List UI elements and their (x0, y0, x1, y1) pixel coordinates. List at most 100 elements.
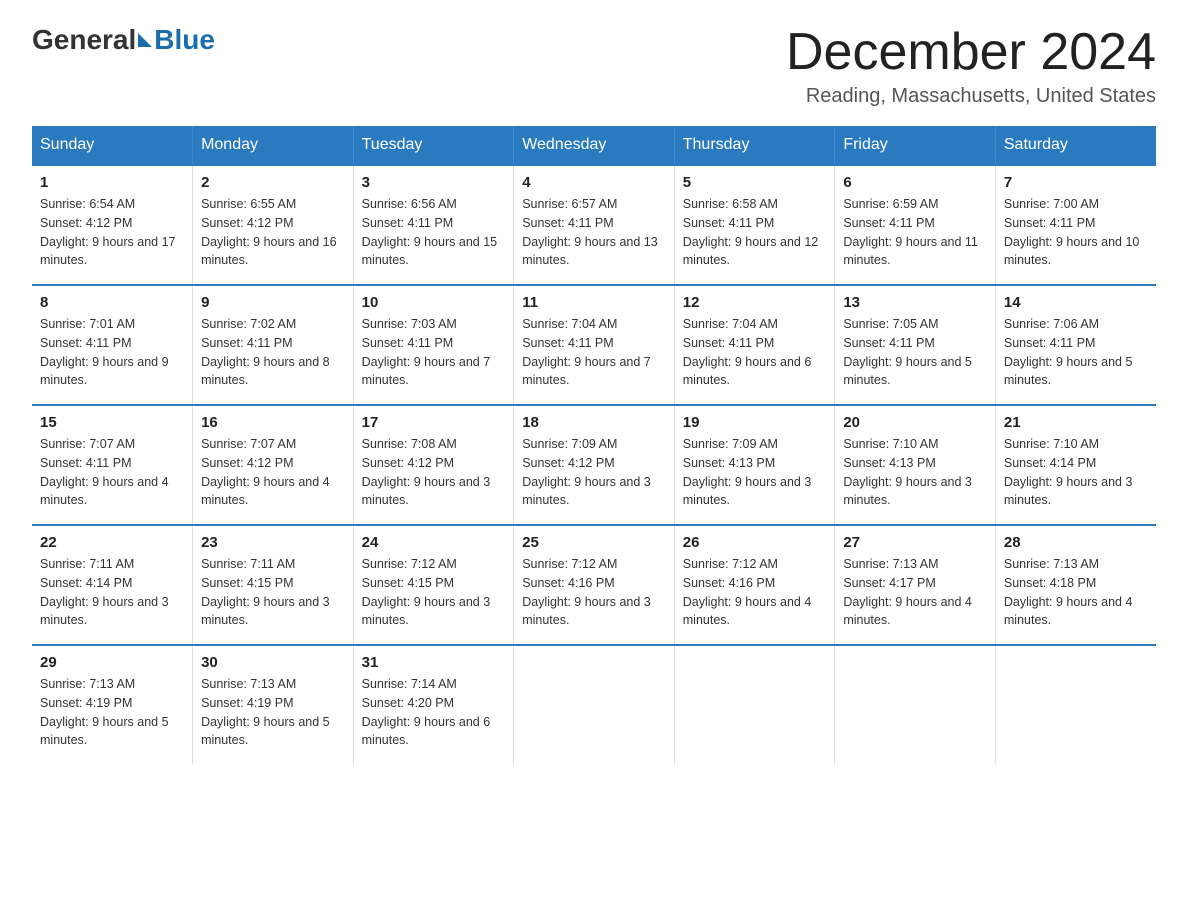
calendar-week-row: 8 Sunrise: 7:01 AM Sunset: 4:11 PM Dayli… (32, 285, 1156, 405)
day-number: 12 (683, 294, 827, 311)
day-number: 8 (40, 294, 184, 311)
calendar-week-row: 15 Sunrise: 7:07 AM Sunset: 4:11 PM Dayl… (32, 405, 1156, 525)
day-info: Sunrise: 7:10 AM Sunset: 4:13 PM Dayligh… (843, 435, 987, 510)
header-friday: Friday (835, 126, 996, 165)
table-row: 6 Sunrise: 6:59 AM Sunset: 4:11 PM Dayli… (835, 165, 996, 285)
header-saturday: Saturday (995, 126, 1156, 165)
day-info: Sunrise: 7:04 AM Sunset: 4:11 PM Dayligh… (683, 315, 827, 390)
day-number: 1 (40, 174, 184, 191)
day-info: Sunrise: 7:11 AM Sunset: 4:15 PM Dayligh… (201, 555, 345, 630)
day-number: 13 (843, 294, 987, 311)
logo: General Blue (32, 24, 215, 56)
day-number: 25 (522, 534, 666, 551)
day-number: 24 (362, 534, 506, 551)
table-row: 16 Sunrise: 7:07 AM Sunset: 4:12 PM Dayl… (193, 405, 354, 525)
calendar-week-row: 29 Sunrise: 7:13 AM Sunset: 4:19 PM Dayl… (32, 645, 1156, 764)
day-number: 30 (201, 654, 345, 671)
day-number: 9 (201, 294, 345, 311)
logo-arrow-icon (138, 33, 152, 47)
day-info: Sunrise: 7:01 AM Sunset: 4:11 PM Dayligh… (40, 315, 184, 390)
calendar-header: Sunday Monday Tuesday Wednesday Thursday… (32, 126, 1156, 165)
header-monday: Monday (193, 126, 354, 165)
day-number: 28 (1004, 534, 1148, 551)
table-row: 2 Sunrise: 6:55 AM Sunset: 4:12 PM Dayli… (193, 165, 354, 285)
table-row: 15 Sunrise: 7:07 AM Sunset: 4:11 PM Dayl… (32, 405, 193, 525)
calendar-body: 1 Sunrise: 6:54 AM Sunset: 4:12 PM Dayli… (32, 165, 1156, 764)
day-info: Sunrise: 7:13 AM Sunset: 4:19 PM Dayligh… (40, 675, 184, 750)
logo-blue-text: Blue (154, 24, 215, 56)
table-row: 4 Sunrise: 6:57 AM Sunset: 4:11 PM Dayli… (514, 165, 675, 285)
table-row: 19 Sunrise: 7:09 AM Sunset: 4:13 PM Dayl… (674, 405, 835, 525)
table-row: 24 Sunrise: 7:12 AM Sunset: 4:15 PM Dayl… (353, 525, 514, 645)
day-number: 16 (201, 414, 345, 431)
day-number: 6 (843, 174, 987, 191)
day-number: 3 (362, 174, 506, 191)
table-row: 31 Sunrise: 7:14 AM Sunset: 4:20 PM Dayl… (353, 645, 514, 764)
day-number: 2 (201, 174, 345, 191)
table-row: 1 Sunrise: 6:54 AM Sunset: 4:12 PM Dayli… (32, 165, 193, 285)
table-row (674, 645, 835, 764)
table-row (835, 645, 996, 764)
day-number: 26 (683, 534, 827, 551)
table-row: 8 Sunrise: 7:01 AM Sunset: 4:11 PM Dayli… (32, 285, 193, 405)
header-wednesday: Wednesday (514, 126, 675, 165)
day-info: Sunrise: 7:12 AM Sunset: 4:15 PM Dayligh… (362, 555, 506, 630)
table-row: 30 Sunrise: 7:13 AM Sunset: 4:19 PM Dayl… (193, 645, 354, 764)
day-number: 14 (1004, 294, 1148, 311)
day-number: 19 (683, 414, 827, 431)
day-info: Sunrise: 7:07 AM Sunset: 4:12 PM Dayligh… (201, 435, 345, 510)
table-row: 14 Sunrise: 7:06 AM Sunset: 4:11 PM Dayl… (995, 285, 1156, 405)
day-info: Sunrise: 7:05 AM Sunset: 4:11 PM Dayligh… (843, 315, 987, 390)
day-info: Sunrise: 7:04 AM Sunset: 4:11 PM Dayligh… (522, 315, 666, 390)
table-row: 13 Sunrise: 7:05 AM Sunset: 4:11 PM Dayl… (835, 285, 996, 405)
table-row: 22 Sunrise: 7:11 AM Sunset: 4:14 PM Dayl… (32, 525, 193, 645)
page-header: General Blue December 2024 Reading, Mass… (32, 24, 1156, 108)
day-info: Sunrise: 7:11 AM Sunset: 4:14 PM Dayligh… (40, 555, 184, 630)
day-info: Sunrise: 7:03 AM Sunset: 4:11 PM Dayligh… (362, 315, 506, 390)
day-info: Sunrise: 7:02 AM Sunset: 4:11 PM Dayligh… (201, 315, 345, 390)
table-row: 25 Sunrise: 7:12 AM Sunset: 4:16 PM Dayl… (514, 525, 675, 645)
day-info: Sunrise: 7:13 AM Sunset: 4:19 PM Dayligh… (201, 675, 345, 750)
day-info: Sunrise: 7:09 AM Sunset: 4:13 PM Dayligh… (683, 435, 827, 510)
table-row: 27 Sunrise: 7:13 AM Sunset: 4:17 PM Dayl… (835, 525, 996, 645)
logo-general-text: General (32, 24, 136, 56)
table-row: 9 Sunrise: 7:02 AM Sunset: 4:11 PM Dayli… (193, 285, 354, 405)
day-info: Sunrise: 7:09 AM Sunset: 4:12 PM Dayligh… (522, 435, 666, 510)
table-row: 21 Sunrise: 7:10 AM Sunset: 4:14 PM Dayl… (995, 405, 1156, 525)
day-info: Sunrise: 6:54 AM Sunset: 4:12 PM Dayligh… (40, 195, 184, 270)
table-row: 12 Sunrise: 7:04 AM Sunset: 4:11 PM Dayl… (674, 285, 835, 405)
table-row: 23 Sunrise: 7:11 AM Sunset: 4:15 PM Dayl… (193, 525, 354, 645)
table-row: 17 Sunrise: 7:08 AM Sunset: 4:12 PM Dayl… (353, 405, 514, 525)
day-info: Sunrise: 7:10 AM Sunset: 4:14 PM Dayligh… (1004, 435, 1148, 510)
header-sunday: Sunday (32, 126, 193, 165)
calendar-table: Sunday Monday Tuesday Wednesday Thursday… (32, 126, 1156, 764)
day-info: Sunrise: 6:56 AM Sunset: 4:11 PM Dayligh… (362, 195, 506, 270)
table-row: 11 Sunrise: 7:04 AM Sunset: 4:11 PM Dayl… (514, 285, 675, 405)
calendar-week-row: 22 Sunrise: 7:11 AM Sunset: 4:14 PM Dayl… (32, 525, 1156, 645)
day-info: Sunrise: 6:57 AM Sunset: 4:11 PM Dayligh… (522, 195, 666, 270)
day-info: Sunrise: 7:12 AM Sunset: 4:16 PM Dayligh… (522, 555, 666, 630)
table-row: 3 Sunrise: 6:56 AM Sunset: 4:11 PM Dayli… (353, 165, 514, 285)
table-row: 28 Sunrise: 7:13 AM Sunset: 4:18 PM Dayl… (995, 525, 1156, 645)
day-number: 15 (40, 414, 184, 431)
title-area: December 2024 Reading, Massachusetts, Un… (786, 24, 1156, 108)
day-info: Sunrise: 6:58 AM Sunset: 4:11 PM Dayligh… (683, 195, 827, 270)
day-info: Sunrise: 6:55 AM Sunset: 4:12 PM Dayligh… (201, 195, 345, 270)
day-number: 18 (522, 414, 666, 431)
location-subtitle: Reading, Massachusetts, United States (786, 85, 1156, 108)
day-info: Sunrise: 7:14 AM Sunset: 4:20 PM Dayligh… (362, 675, 506, 750)
header-thursday: Thursday (674, 126, 835, 165)
day-info: Sunrise: 7:00 AM Sunset: 4:11 PM Dayligh… (1004, 195, 1148, 270)
day-info: Sunrise: 7:12 AM Sunset: 4:16 PM Dayligh… (683, 555, 827, 630)
month-title: December 2024 (786, 24, 1156, 81)
table-row (514, 645, 675, 764)
day-number: 29 (40, 654, 184, 671)
table-row: 7 Sunrise: 7:00 AM Sunset: 4:11 PM Dayli… (995, 165, 1156, 285)
day-info: Sunrise: 7:13 AM Sunset: 4:18 PM Dayligh… (1004, 555, 1148, 630)
day-number: 17 (362, 414, 506, 431)
day-number: 11 (522, 294, 666, 311)
calendar-week-row: 1 Sunrise: 6:54 AM Sunset: 4:12 PM Dayli… (32, 165, 1156, 285)
table-row: 18 Sunrise: 7:09 AM Sunset: 4:12 PM Dayl… (514, 405, 675, 525)
day-number: 4 (522, 174, 666, 191)
day-info: Sunrise: 7:06 AM Sunset: 4:11 PM Dayligh… (1004, 315, 1148, 390)
